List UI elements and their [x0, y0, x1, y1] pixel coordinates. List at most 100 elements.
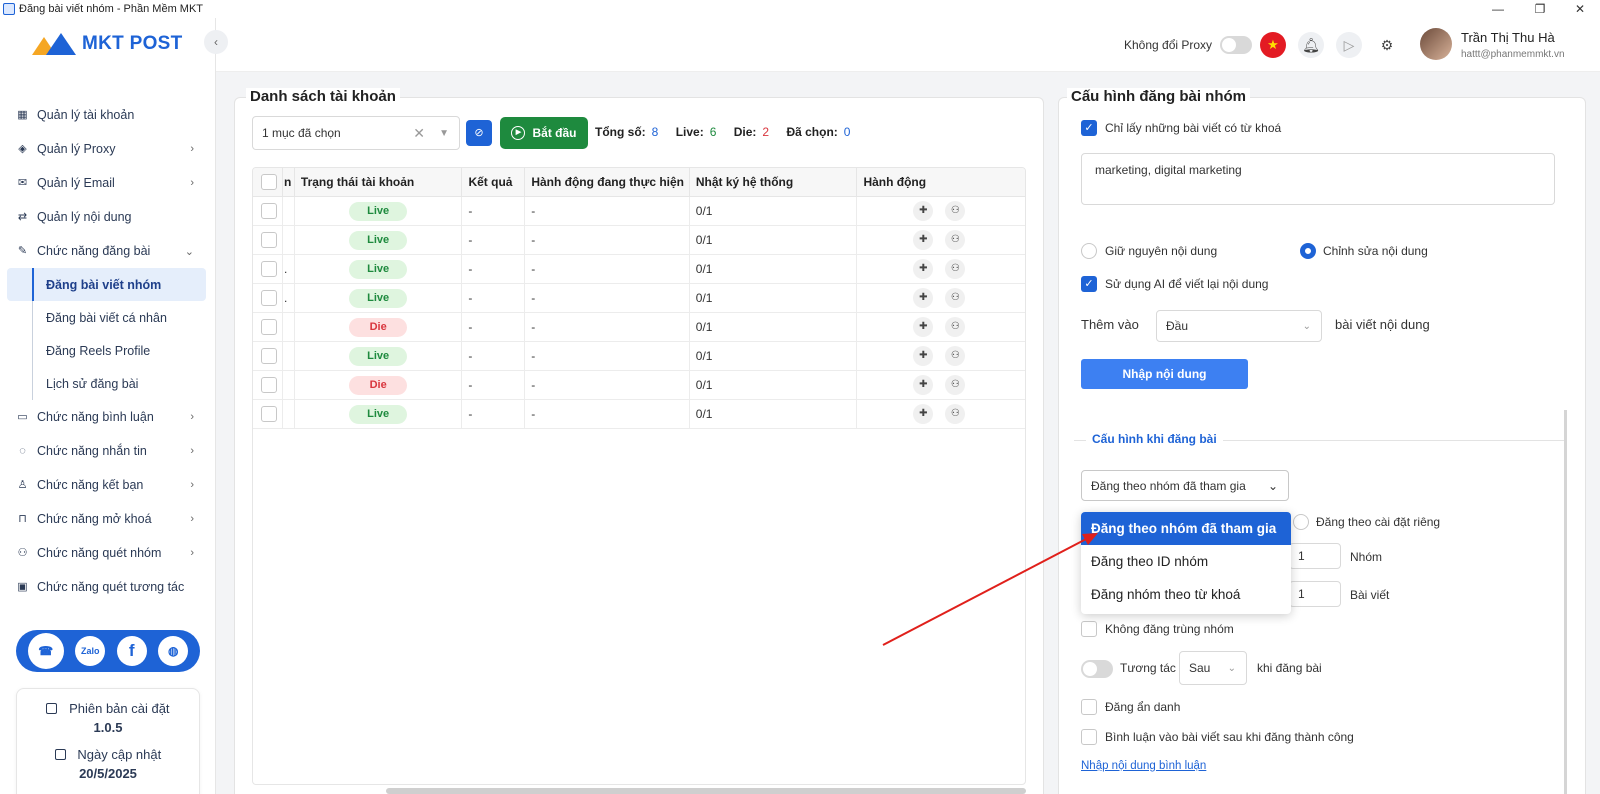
table-row[interactable]: Live - -0/1 ✚ ⚇: [253, 226, 1025, 255]
add-post-icon[interactable]: ✚: [913, 259, 934, 279]
filter-clear-button[interactable]: ⊘: [466, 120, 492, 146]
table-row[interactable]: Live - -0/1 ✚ ⚇: [253, 400, 1025, 429]
add-post-icon[interactable]: ✚: [913, 288, 934, 308]
keyword-only-checkbox[interactable]: ✓: [1081, 120, 1097, 136]
close-icon[interactable]: ✕: [1560, 0, 1600, 18]
table-row[interactable]: Die - -0/1 ✚ ⚇: [253, 313, 1025, 342]
sidebar-item-interaction-scan[interactable]: ▣ Chức năng quét tương tác: [0, 570, 216, 604]
group-icon[interactable]: ⚇: [945, 346, 966, 366]
play-icon[interactable]: ▷: [1336, 32, 1362, 58]
avatar[interactable]: [1420, 28, 1452, 60]
add-post-icon[interactable]: ✚: [913, 404, 934, 424]
edit-content-radio[interactable]: [1300, 243, 1316, 259]
add-post-icon[interactable]: ✚: [913, 201, 934, 221]
group-icon[interactable]: ⚇: [945, 201, 966, 221]
account-select[interactable]: 1 mục đã chọn ✕ ▼: [252, 116, 460, 150]
horizontal-scrollbar[interactable]: [386, 788, 1026, 794]
group-icon[interactable]: ⚇: [945, 230, 966, 250]
sidebar-subitem-history[interactable]: Lịch sử đăng bài: [0, 367, 216, 400]
sidebar-item-unlock[interactable]: ⊓ Chức năng mở khoá ›: [0, 502, 216, 536]
globe-icon[interactable]: ◍: [158, 636, 189, 666]
import-content-button[interactable]: Nhập nội dung: [1081, 359, 1248, 389]
col-header-status[interactable]: Trạng thái tài khoản: [295, 168, 463, 196]
sidebar-item-email[interactable]: ✉ Quản lý Email ›: [0, 166, 216, 200]
start-button[interactable]: ▶ Bắt đầu: [500, 117, 588, 149]
minimize-icon[interactable]: —: [1478, 0, 1518, 18]
add-post-icon[interactable]: ✚: [913, 230, 934, 250]
custom-setting-radio[interactable]: [1293, 514, 1309, 530]
keep-content-radio[interactable]: [1081, 243, 1097, 259]
row-action-cell: -: [525, 400, 690, 428]
row-checkbox[interactable]: [261, 377, 277, 393]
restore-icon[interactable]: ❐: [1520, 0, 1560, 18]
anonymous-checkbox[interactable]: [1081, 699, 1097, 715]
row-checkbox[interactable]: [261, 232, 277, 248]
add-post-icon[interactable]: ✚: [913, 317, 934, 337]
zalo-icon[interactable]: Zalo: [75, 636, 106, 666]
sidebar-item-group-scan[interactable]: ⚇ Chức năng quét nhóm ›: [0, 536, 216, 570]
collapse-sidebar-button[interactable]: ‹: [204, 30, 228, 54]
interact-toggle[interactable]: [1081, 660, 1113, 678]
row-checkbox[interactable]: [261, 348, 277, 364]
comment-after-post-checkbox[interactable]: [1081, 729, 1097, 745]
col-header-log[interactable]: Nhật ký hệ thống: [690, 168, 858, 196]
add-post-icon[interactable]: ✚: [913, 346, 934, 366]
group-icon[interactable]: ⚇: [945, 288, 966, 308]
keywords-textarea[interactable]: marketing, digital marketing: [1081, 153, 1555, 205]
accounts-title: Danh sách tài khoản: [246, 88, 400, 105]
posts-count-input[interactable]: 1: [1289, 581, 1341, 607]
table-row[interactable]: . Live - -0/1 ✚ ⚇: [253, 255, 1025, 284]
post-config-legend: Cấu hình khi đăng bài: [1086, 432, 1223, 446]
groups-count-input[interactable]: 1: [1289, 543, 1341, 569]
group-icon[interactable]: ⚇: [945, 375, 966, 395]
interact-when-select[interactable]: Sau ⌄: [1179, 651, 1247, 685]
row-checkbox[interactable]: [261, 406, 277, 422]
col-header-result[interactable]: Kết quả: [462, 168, 526, 196]
sidebar-item-content[interactable]: ⇄ Quản lý nội dung: [0, 200, 216, 234]
sidebar-item-comment[interactable]: ▭ Chức năng bình luận ›: [0, 400, 216, 434]
no-duplicate-checkbox[interactable]: [1081, 621, 1097, 637]
proxy-toggle[interactable]: [1220, 36, 1253, 54]
post-mode-option[interactable]: Đăng theo ID nhóm: [1081, 545, 1291, 578]
status-badge: Live: [349, 404, 408, 424]
table-row[interactable]: Live - -0/1 ✚ ⚇: [253, 197, 1025, 226]
row-checkbox[interactable]: [261, 319, 277, 335]
sidebar-subitem-personal-post[interactable]: Đăng bài viết cá nhân: [0, 301, 216, 334]
post-mode-option[interactable]: Đăng theo nhóm đã tham gia: [1081, 512, 1291, 545]
add-post-icon[interactable]: ✚: [913, 375, 934, 395]
use-ai-checkbox[interactable]: ✓: [1081, 276, 1097, 292]
post-mode-option[interactable]: Đăng nhóm theo từ khoá: [1081, 578, 1291, 611]
table-row[interactable]: Live - -0/1 ✚ ⚇: [253, 342, 1025, 371]
group-icon[interactable]: ⚇: [945, 404, 966, 424]
row-checkbox[interactable]: [261, 261, 277, 277]
group-icon[interactable]: ⚇: [945, 317, 966, 337]
add-to-select[interactable]: Đầu ⌄: [1156, 310, 1322, 342]
version-label-row: Phiên bản cài đặt: [17, 701, 199, 716]
gear-icon[interactable]: ⚙: [1374, 32, 1400, 58]
sidebar-item-message[interactable]: ◌ Chức năng nhắn tin ›: [0, 434, 216, 468]
row-checkbox[interactable]: [261, 203, 277, 219]
sidebar-item-label: Quản lý Email: [37, 176, 115, 190]
sidebar-item-accounts[interactable]: ▦ Quản lý tài khoản: [0, 98, 216, 132]
facebook-icon[interactable]: f: [116, 636, 147, 666]
select-all-checkbox[interactable]: [261, 174, 277, 190]
post-mode-select[interactable]: Đăng theo nhóm đã tham gia ⌄: [1081, 470, 1289, 501]
table-row[interactable]: Die - -0/1 ✚ ⚇: [253, 371, 1025, 400]
row-checkbox[interactable]: [261, 290, 277, 306]
vertical-scrollbar[interactable]: [1564, 410, 1567, 794]
sidebar-item-posting[interactable]: ✎ Chức năng đăng bài ⌄: [0, 234, 216, 268]
support-icon[interactable]: ☎: [27, 633, 64, 669]
clear-icon[interactable]: ✕: [413, 125, 425, 142]
status-badge: Live: [349, 230, 408, 250]
sidebar-subitem-group-post[interactable]: Đăng bài viết nhóm: [7, 268, 206, 301]
group-icon[interactable]: ⚇: [945, 259, 966, 279]
sidebar-subitem-reels[interactable]: Đăng Reels Profile: [0, 334, 216, 367]
table-row[interactable]: . Live - -0/1 ✚ ⚇: [253, 284, 1025, 313]
sidebar-item-proxy[interactable]: ◈ Quản lý Proxy ›: [0, 132, 216, 166]
col-header-action[interactable]: Hành động đang thực hiện: [525, 168, 690, 196]
bell-icon[interactable]: 🔔︎: [1298, 32, 1324, 58]
comment-content-link[interactable]: Nhập nội dung bình luận: [1081, 760, 1206, 772]
row-result-text: -: [468, 233, 473, 247]
sidebar-item-friend[interactable]: ♙ Chức năng kết bạn ›: [0, 468, 216, 502]
vietnam-flag-icon[interactable]: ★: [1260, 32, 1286, 58]
